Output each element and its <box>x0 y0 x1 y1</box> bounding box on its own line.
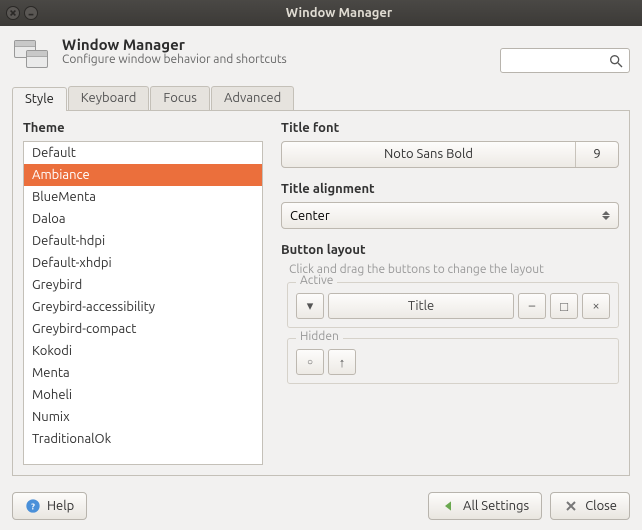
theme-item[interactable]: Moheli <box>24 384 262 406</box>
title-alignment-label: Title alignment <box>281 182 619 196</box>
theme-item[interactable]: TraditionalOk <box>24 428 262 450</box>
menu-button-drag[interactable]: ▾ <box>296 293 324 319</box>
theme-item[interactable]: Ambiance <box>24 164 262 186</box>
tab-focus[interactable]: Focus <box>150 86 210 110</box>
active-buttons-group: Active ▾ Title – □ × <box>287 282 619 328</box>
svg-text:?: ? <box>31 501 35 511</box>
hidden-legend: Hidden <box>296 330 343 343</box>
all-settings-button[interactable]: All Settings <box>428 492 542 520</box>
header: Window Manager Configure window behavior… <box>12 36 630 76</box>
theme-item[interactable]: Greybird <box>24 274 262 296</box>
window-titlebar: Window Manager <box>0 0 642 26</box>
theme-item[interactable]: Numix <box>24 406 262 428</box>
title-font-button[interactable]: Noto Sans Bold 9 <box>281 141 619 168</box>
minimize-icon: – <box>529 299 535 313</box>
minimize-button-drag[interactable]: – <box>518 293 546 319</box>
title-font-label: Title font <box>281 121 619 135</box>
theme-item[interactable]: BlueMenta <box>24 186 262 208</box>
theme-label: Theme <box>23 121 263 135</box>
font-name: Noto Sans Bold <box>282 142 576 167</box>
search-icon <box>608 53 624 69</box>
spinner-icon <box>602 211 610 220</box>
theme-item[interactable]: Default-xhdpi <box>24 252 262 274</box>
font-size: 9 <box>576 142 618 167</box>
back-icon <box>441 498 457 514</box>
close-button-drag[interactable]: × <box>582 293 610 319</box>
page-title: Window Manager <box>62 36 287 53</box>
close-button[interactable]: Close <box>550 492 630 520</box>
title-drag[interactable]: Title <box>328 293 514 319</box>
theme-item[interactable]: Daloa <box>24 208 262 230</box>
title-alignment-value: Center <box>290 209 330 223</box>
triangle-down-icon: ▾ <box>307 299 314 314</box>
theme-list[interactable]: DefaultAmbianceBlueMentaDaloaDefault-hdp… <box>23 141 263 465</box>
action-bar: ? Help All Settings Close <box>0 484 642 530</box>
help-icon: ? <box>25 498 41 514</box>
stick-button-drag[interactable]: ↑ <box>328 349 356 375</box>
window-title: Window Manager <box>42 6 636 20</box>
page-subtitle: Configure window behavior and shortcuts <box>62 53 287 66</box>
window-manager-icon <box>12 36 52 76</box>
theme-item[interactable]: Menta <box>24 362 262 384</box>
tab-keyboard[interactable]: Keyboard <box>68 86 150 110</box>
title-alignment-select[interactable]: Center <box>281 202 619 229</box>
arrow-up-icon: ↑ <box>339 355 346 370</box>
theme-item[interactable]: Kokodi <box>24 340 262 362</box>
theme-item[interactable]: Greybird-accessibility <box>24 296 262 318</box>
maximize-icon: □ <box>560 299 568 314</box>
active-legend: Active <box>296 274 337 287</box>
theme-item[interactable]: Default-hdpi <box>24 230 262 252</box>
window-close-button[interactable] <box>6 6 20 20</box>
circle-icon: ○ <box>307 356 313 368</box>
hidden-buttons-group: Hidden ○ ↑ <box>287 338 619 384</box>
search-input[interactable] <box>500 48 630 73</box>
tab-content-style: Theme DefaultAmbianceBlueMentaDaloaDefau… <box>12 111 630 476</box>
help-button[interactable]: ? Help <box>12 492 87 520</box>
close-icon <box>563 498 579 514</box>
maximize-button-drag[interactable]: □ <box>550 293 578 319</box>
close-icon: × <box>592 299 599 313</box>
tab-bar: StyleKeyboardFocusAdvanced <box>12 86 630 111</box>
button-layout-label: Button layout <box>281 243 619 257</box>
shade-button-drag[interactable]: ○ <box>296 349 324 375</box>
window-minimize-button[interactable] <box>24 6 38 20</box>
theme-item[interactable]: Default <box>24 142 262 164</box>
tab-advanced[interactable]: Advanced <box>211 86 294 110</box>
theme-item[interactable]: Greybird-compact <box>24 318 262 340</box>
tab-style[interactable]: Style <box>12 87 67 111</box>
